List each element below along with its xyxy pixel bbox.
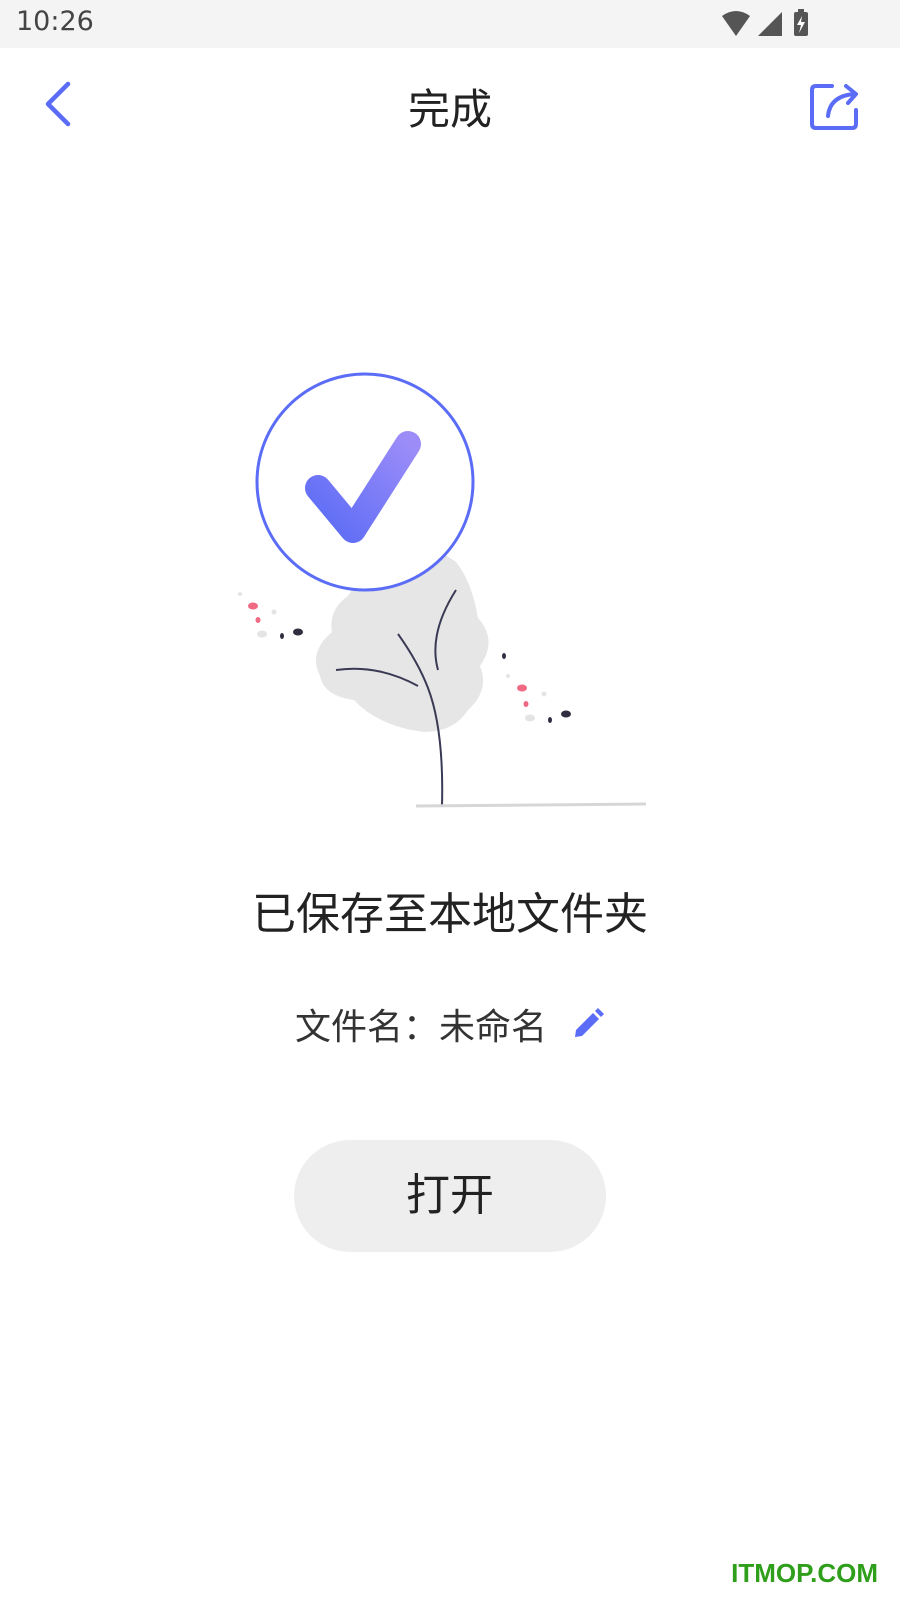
- app-bar: 完成: [0, 48, 900, 164]
- share-button[interactable]: [806, 76, 866, 136]
- wifi-icon: [722, 11, 750, 36]
- plant-graphic: [238, 548, 647, 808]
- pencil-icon: [575, 1008, 605, 1037]
- status-icons: [722, 8, 852, 40]
- signal-icon: [758, 12, 782, 36]
- open-button[interactable]: 打开: [294, 1140, 606, 1252]
- status-bar: 10:26: [0, 0, 900, 48]
- share-icon: [810, 84, 858, 130]
- page-title: 完成: [407, 85, 492, 134]
- battery-charging-icon: [794, 9, 808, 36]
- watermark-logo: ITMOP.COM: [731, 1558, 878, 1588]
- saved-message: 已保存至本地文件夹: [252, 889, 648, 940]
- filename-row: 文件名：未命名: [0, 998, 900, 1050]
- filename-label: 文件名：: [294, 1007, 439, 1048]
- edit-filename-button[interactable]: [571, 1007, 605, 1041]
- success-illustration: [228, 370, 668, 830]
- status-time: 10:26: [16, 6, 94, 37]
- filename-value: 未命名: [439, 1007, 548, 1048]
- check-circle-icon: [255, 372, 475, 592]
